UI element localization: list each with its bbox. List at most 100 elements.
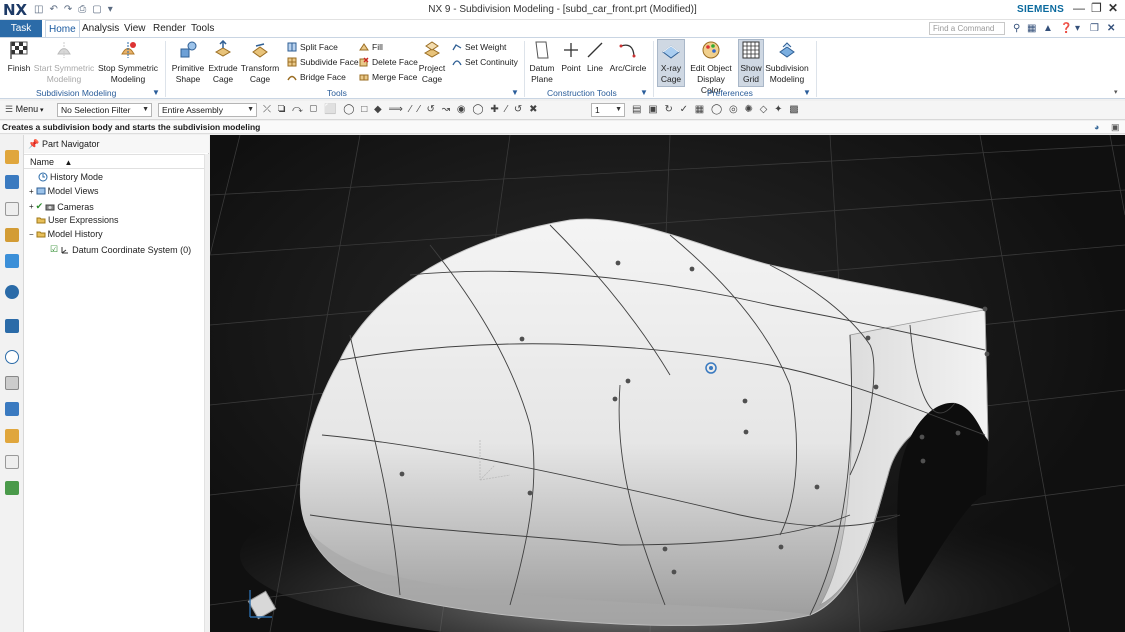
title-bar: NX ◫ ↶ ↷ ⎙ ▢ ▾ NX 9 - Subdivision Modeli… [0,0,1125,20]
check-icon: ✔ [35,201,44,211]
close-part-icon[interactable]: ✕ [1107,23,1115,34]
restore-icon[interactable]: ❐ [1091,1,1102,15]
part-navigator: 📌 Part Navigator Name ▲ History Mode + M… [24,135,209,632]
globe-icon[interactable]: ◕ [1094,122,1099,132]
close-icon[interactable]: ✕ [1108,1,1118,15]
ribbon: Finish Start Symmetric Modeling Stop Sym… [0,37,1125,99]
split-face-icon [287,42,297,52]
selection-filter-select[interactable]: No Selection Filter ▼ [57,103,152,117]
xray-cage-icon [662,45,680,59]
tree-node-model-views[interactable]: + Model Views [29,186,99,196]
manufacturing-wizards-icon[interactable] [5,429,19,443]
web-browser-icon[interactable] [5,285,19,299]
tab-render[interactable]: Render [150,20,189,37]
layer-select[interactable]: 1 ▼ [591,103,625,117]
xray-cage-toggle[interactable]: X-ray Cage [657,40,685,85]
tab-home[interactable]: Home [45,20,80,37]
sort-ascending-icon: ▲ [64,158,73,167]
navigator-scrollbar[interactable] [204,154,209,632]
tab-tools[interactable]: Tools [188,20,217,37]
subdivision-preferences-icon [779,42,795,58]
ribbon-overflow-icon[interactable]: ▾ [1114,88,1118,96]
tree-node-datum-coordinate-system[interactable]: ☑ Datum Coordinate System (0) [50,244,191,255]
hd3d-tools-icon[interactable] [5,254,19,268]
split-face-button[interactable]: Split Face [287,42,338,52]
primitive-shape-button[interactable]: Primitive Shape [170,40,206,85]
transform-cage-button[interactable]: Transform Cage [240,40,280,85]
clock-icon[interactable] [5,350,19,364]
pin-icon[interactable]: 📌 [28,135,39,153]
process-studio-icon[interactable] [5,402,19,416]
set-weight-button[interactable]: Set Weight [452,42,506,52]
set-continuity-icon [452,60,462,66]
constraint-navigator-icon[interactable] [5,175,19,189]
reuse-library-icon[interactable] [5,228,19,242]
expand-icon[interactable]: + [29,202,34,211]
system-scenes-icon[interactable] [5,481,19,495]
set-continuity-button[interactable]: Set Continuity [452,57,518,67]
tree-node-user-expressions[interactable]: User Expressions [36,215,119,225]
fill-button[interactable]: Fill [359,42,383,52]
stop-symmetric-modeling-button[interactable]: Stop Symmetric Modeling [96,40,160,85]
group-more-icon[interactable]: ▼ [803,88,811,97]
minimize-icon[interactable]: — [1073,1,1085,15]
bridge-face-icon [287,75,297,81]
delete-face-button[interactable]: Delete Face [359,57,418,67]
group-more-icon[interactable]: ▼ [511,88,519,97]
navigator-column-header[interactable]: Name ▲ [24,154,204,169]
subdivision-modeling-preferences-button[interactable]: Subdivision Modeling [765,40,809,85]
merge-face-button[interactable]: Merge Face [359,72,417,82]
collapse-icon[interactable]: − [29,230,34,239]
part-navigator-icon[interactable] [5,202,19,216]
line-button[interactable]: Line [584,40,606,74]
show-grid-toggle[interactable]: Show Grid [738,40,764,85]
checkbox-icon[interactable]: ☑ [50,244,58,255]
assembly-navigator-icon[interactable] [5,150,19,164]
subdivide-face-icon [287,57,297,67]
view-toolbar[interactable]: ▤ ▣ ↻ ✓ ▦ ◯ ◎ ✺ ◇ ✦ ▩ [632,104,801,115]
search-icon[interactable]: ⚲ [1013,23,1020,34]
merge-face-icon [359,74,369,81]
bridge-face-button[interactable]: Bridge Face [287,72,346,82]
group-label-tools: Tools [327,88,347,98]
history-icon[interactable] [5,319,19,333]
datum-plane-button[interactable]: Datum Plane [528,40,556,85]
arc-circle-button[interactable]: Arc/Circle [609,40,647,74]
tab-analysis[interactable]: Analysis [79,20,122,37]
views-icon [36,187,46,195]
roles-icon[interactable]: ▲ [1043,23,1053,34]
chevron-down-icon: ▼ [142,106,149,113]
tree-node-history-mode[interactable]: History Mode [38,172,103,182]
tree-node-model-history[interactable]: − Model History [29,229,103,239]
restore-ribbon-icon[interactable]: ❐ [1090,23,1099,34]
help-icon[interactable]: ❓ [1060,23,1072,34]
chevron-down-icon: ▼ [247,106,254,113]
tree-node-cameras[interactable]: + ✔ Cameras [29,201,94,212]
group-more-icon[interactable]: ▼ [152,88,160,97]
folder-icon [36,217,46,224]
expand-icon[interactable]: + [29,187,34,196]
menu-button[interactable]: ☰ Menu ▾ [5,104,44,115]
roles-icon[interactable] [5,455,19,469]
subdivision-model-view[interactable] [210,135,1125,632]
project-cage-button[interactable]: Project Cage [416,40,448,85]
color-palette-icon [702,41,720,59]
extrude-cage-button[interactable]: Extrude Cage [207,40,239,85]
ribbon-options-icon[interactable]: ▾ [1075,23,1080,34]
graphics-viewport[interactable] [210,135,1125,632]
selection-toolbar[interactable]: ⤫ ❏ ↷ ▢ ⬜ ◯ □ ◆ ⟹ ⁄ ⁄ ↺ ↝ ◉ ◯ ✚ ⁄ ↺ ✖ [263,104,539,115]
group-more-icon[interactable]: ▼ [640,88,648,97]
tab-view[interactable]: View [121,20,149,37]
subdivide-face-button[interactable]: Subdivide Face [287,57,359,67]
assembly-scope-select[interactable]: Entire Assembly ▼ [158,103,257,117]
find-command-input[interactable]: Find a Command [929,22,1005,35]
layout-icon[interactable]: ▦ [1027,23,1036,34]
point-button[interactable]: Point [559,40,583,74]
tab-task[interactable]: Task [0,20,42,37]
finish-button[interactable]: Finish [5,40,33,74]
system-materials-icon[interactable] [5,376,19,390]
status-close-icon[interactable]: ▣ [1111,122,1120,133]
start-symmetric-modeling-button[interactable]: Start Symmetric Modeling [32,40,96,85]
grid-icon [742,41,760,59]
arc-icon [619,44,636,58]
